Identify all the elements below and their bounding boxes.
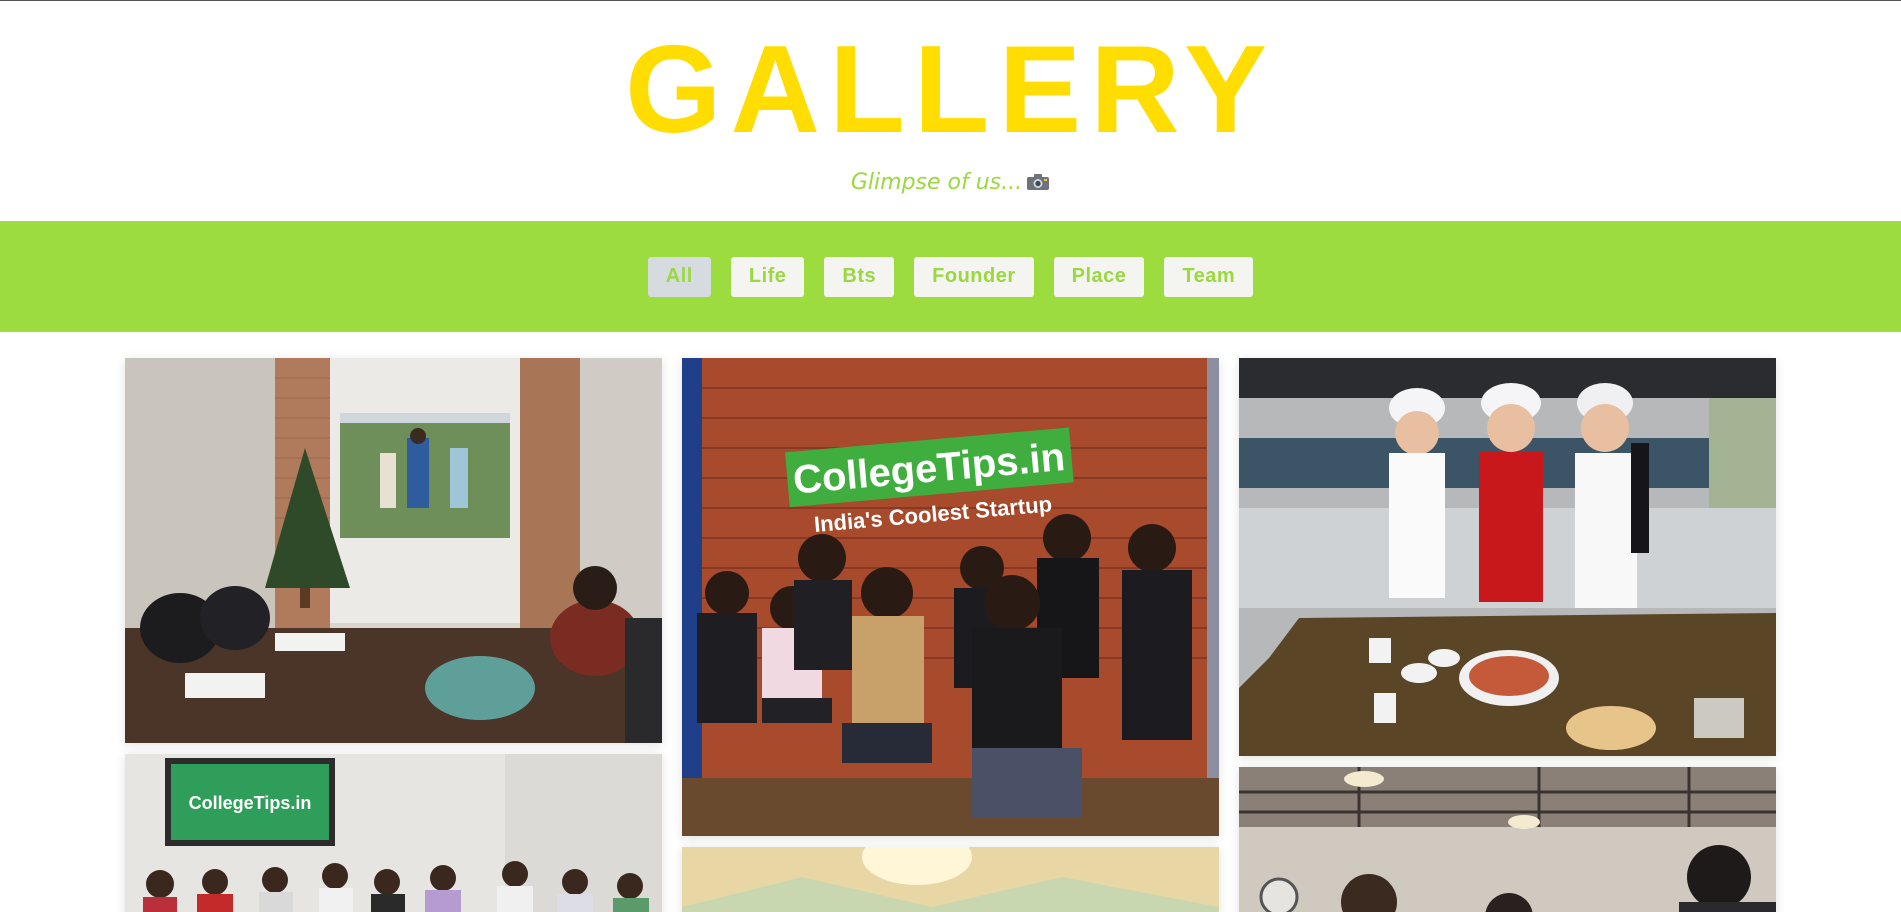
gallery-photo-team-screen[interactable]: CollegeTips.in (125, 754, 662, 912)
gallery-photo-brick-wall-group[interactable]: CollegeTips.in India's Coolest Startup (682, 358, 1219, 836)
filter-bts-button[interactable]: Bts (824, 256, 895, 297)
gallery-photo-projection-room[interactable] (125, 358, 662, 743)
photo-brand-text: CollegeTips.in (189, 793, 312, 813)
subtitle-text: Glimpse of us... (850, 170, 1023, 195)
top-border (0, 0, 1901, 1)
filter-bar: All Life Bts Founder Place Team (0, 221, 1901, 332)
camera-icon (1026, 172, 1050, 190)
filter-life-button[interactable]: Life (730, 256, 805, 297)
gallery-photo-office-ceiling[interactable] (682, 847, 1219, 912)
filter-place-button[interactable]: Place (1053, 256, 1145, 297)
filter-team-button[interactable]: Team (1164, 256, 1254, 297)
filter-all-button[interactable]: All (647, 256, 711, 297)
gallery-photo-cooking-activity[interactable] (1239, 358, 1776, 756)
filter-founder-button[interactable]: Founder (914, 256, 1034, 297)
gallery-photo-office-workspace[interactable] (1239, 767, 1776, 912)
page-title: GALLERY (625, 21, 1276, 159)
page-subtitle: Glimpse of us... (0, 170, 1901, 195)
